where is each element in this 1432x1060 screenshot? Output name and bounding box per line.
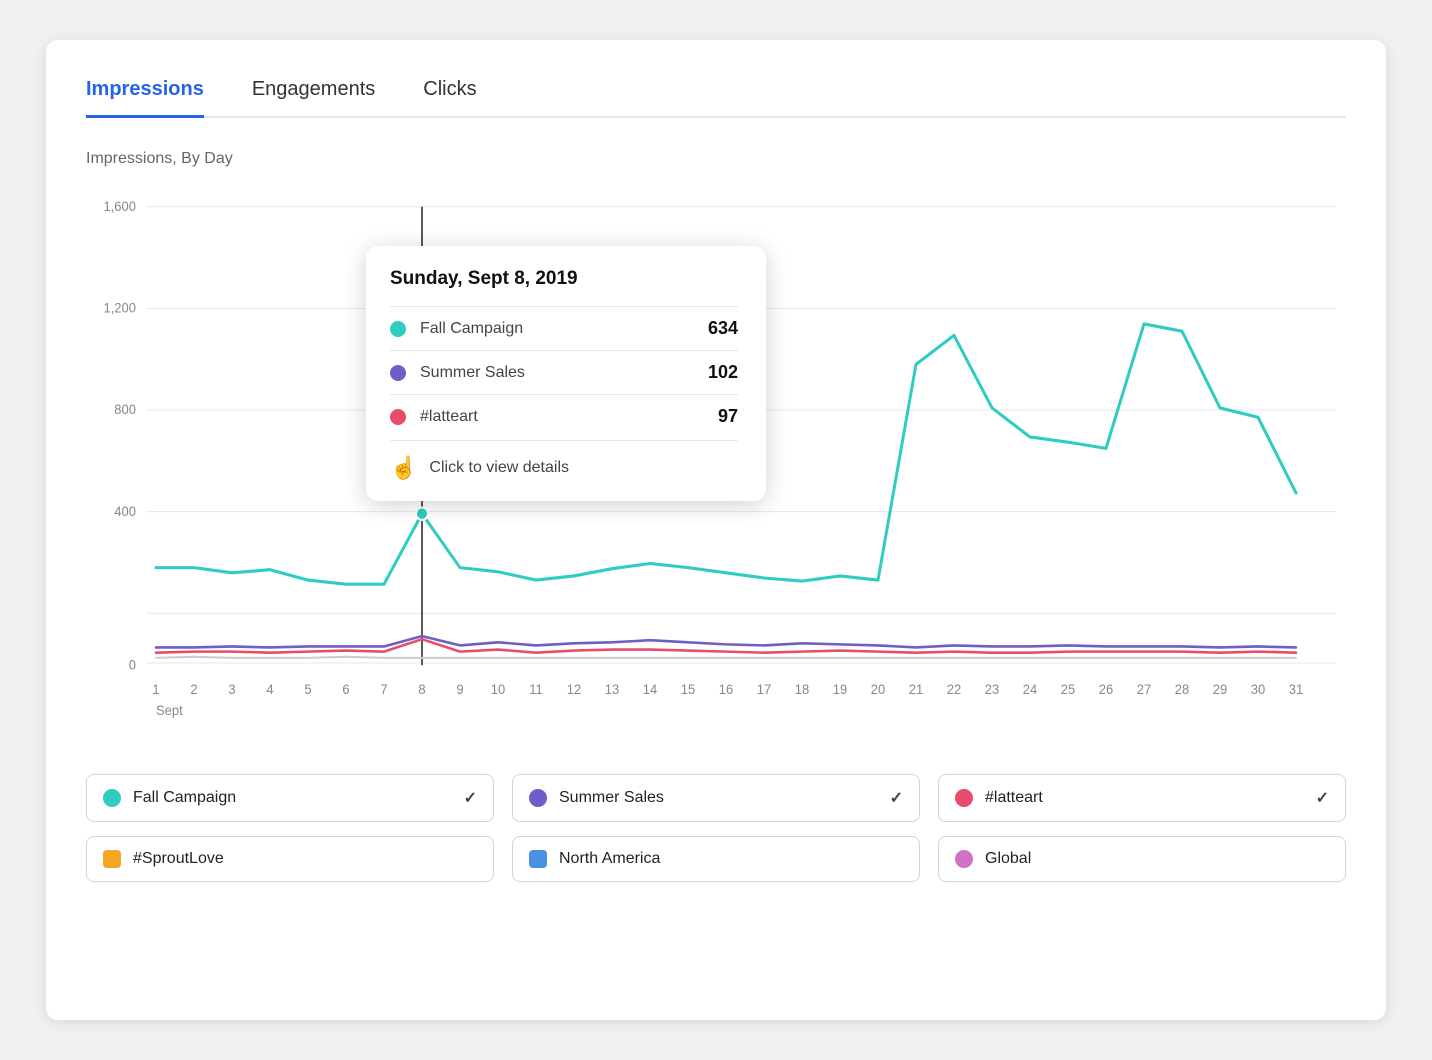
legend-left-summer-sales: Summer Sales: [529, 789, 664, 807]
svg-text:16: 16: [719, 682, 733, 697]
svg-text:1: 1: [152, 682, 159, 697]
legend-item-sproutlove[interactable]: #SproutLove: [86, 836, 494, 882]
tooltip-row-fall-campaign: Fall Campaign 634: [390, 306, 738, 350]
legend-dot-north-america: [529, 850, 547, 868]
tooltip-click-label: Click to view details: [429, 459, 569, 477]
chart-container: 1,600 1,200 800 400 0 1 2 3 4 5 6 7 8 9 …: [86, 186, 1346, 746]
svg-text:14: 14: [643, 682, 657, 697]
legend-left-sproutlove: #SproutLove: [103, 850, 224, 868]
tooltip-value-fall-campaign: 634: [708, 318, 738, 339]
tooltip-dot-fall-campaign: [390, 321, 406, 337]
svg-text:25: 25: [1061, 682, 1075, 697]
svg-text:21: 21: [909, 682, 923, 697]
svg-text:1,200: 1,200: [103, 300, 136, 315]
tab-engagements[interactable]: Engagements: [252, 78, 375, 118]
svg-text:18: 18: [795, 682, 809, 697]
svg-text:4: 4: [266, 682, 273, 697]
svg-text:5: 5: [304, 682, 311, 697]
svg-text:400: 400: [114, 504, 136, 519]
tooltip-row-summer-sales: Summer Sales 102: [390, 350, 738, 394]
svg-text:800: 800: [114, 402, 136, 417]
legend-dot-fall-campaign: [103, 789, 121, 807]
svg-text:22: 22: [947, 682, 961, 697]
tooltip-label-summer-sales: Summer Sales: [420, 364, 696, 382]
svg-text:3: 3: [228, 682, 235, 697]
legend-left-fall-campaign: Fall Campaign: [103, 789, 236, 807]
legend-item-summer-sales[interactable]: Summer Sales ✓: [512, 774, 920, 822]
legend-left-latteart: #latteart: [955, 789, 1043, 807]
svg-text:9: 9: [456, 682, 463, 697]
svg-text:13: 13: [605, 682, 619, 697]
tooltip-value-summer-sales: 102: [708, 362, 738, 383]
svg-text:Sept: Sept: [156, 703, 183, 718]
tabs-container: Impressions Engagements Clicks: [86, 76, 1346, 118]
legend-check-fall-campaign: ✓: [464, 788, 477, 808]
svg-text:24: 24: [1023, 682, 1037, 697]
svg-text:1,600: 1,600: [103, 199, 136, 214]
svg-text:31: 31: [1289, 682, 1303, 697]
svg-text:6: 6: [342, 682, 349, 697]
touch-icon: ☝: [390, 455, 417, 481]
svg-text:10: 10: [491, 682, 505, 697]
svg-text:27: 27: [1137, 682, 1151, 697]
tooltip-row-latteart: #latteart 97: [390, 394, 738, 438]
svg-text:30: 30: [1251, 682, 1265, 697]
tooltip-click-details[interactable]: ☝ Click to view details: [390, 440, 738, 481]
tooltip-dot-summer-sales: [390, 365, 406, 381]
svg-text:11: 11: [529, 682, 542, 697]
legend-label-sproutlove: #SproutLove: [133, 850, 224, 868]
legend-label-summer-sales: Summer Sales: [559, 789, 664, 807]
svg-text:7: 7: [380, 682, 387, 697]
legend-label-global: Global: [985, 850, 1031, 868]
legend-left-north-america: North America: [529, 850, 660, 868]
svg-text:0: 0: [129, 657, 136, 672]
tooltip-label-latteart: #latteart: [420, 408, 706, 426]
svg-text:28: 28: [1175, 682, 1189, 697]
legend-item-fall-campaign[interactable]: Fall Campaign ✓: [86, 774, 494, 822]
legend-check-latteart: ✓: [1316, 788, 1329, 808]
legend-label-latteart: #latteart: [985, 789, 1043, 807]
legend-label-north-america: North America: [559, 850, 660, 868]
legend-check-summer-sales: ✓: [890, 788, 903, 808]
legend-left-global: Global: [955, 850, 1031, 868]
chart-tooltip[interactable]: Sunday, Sept 8, 2019 Fall Campaign 634 S…: [366, 246, 766, 501]
svg-text:12: 12: [567, 682, 581, 697]
svg-text:23: 23: [985, 682, 999, 697]
svg-text:29: 29: [1213, 682, 1227, 697]
svg-text:20: 20: [871, 682, 885, 697]
svg-text:19: 19: [833, 682, 847, 697]
tooltip-title: Sunday, Sept 8, 2019: [390, 268, 738, 290]
legend-dot-global: [955, 850, 973, 868]
tab-clicks[interactable]: Clicks: [423, 78, 476, 118]
svg-text:15: 15: [681, 682, 695, 697]
legend-dot-sproutlove: [103, 850, 121, 868]
legend-item-latteart[interactable]: #latteart ✓: [938, 774, 1346, 822]
tab-impressions[interactable]: Impressions: [86, 78, 204, 118]
svg-text:17: 17: [757, 682, 771, 697]
svg-text:26: 26: [1099, 682, 1113, 697]
legend-item-global[interactable]: Global: [938, 836, 1346, 882]
legend-dot-latteart: [955, 789, 973, 807]
legend-grid: Fall Campaign ✓ Summer Sales ✓ #latteart…: [86, 774, 1346, 882]
tooltip-label-fall-campaign: Fall Campaign: [420, 320, 696, 338]
chart-title: Impressions, By Day: [86, 150, 1346, 168]
legend-dot-summer-sales: [529, 789, 547, 807]
svg-text:2: 2: [190, 682, 197, 697]
legend-label-fall-campaign: Fall Campaign: [133, 789, 236, 807]
main-card: Impressions Engagements Clicks Impressio…: [46, 40, 1386, 1020]
legend-item-north-america[interactable]: North America: [512, 836, 920, 882]
tooltip-value-latteart: 97: [718, 406, 738, 427]
tooltip-dot-latteart: [390, 409, 406, 425]
svg-text:8: 8: [418, 682, 425, 697]
